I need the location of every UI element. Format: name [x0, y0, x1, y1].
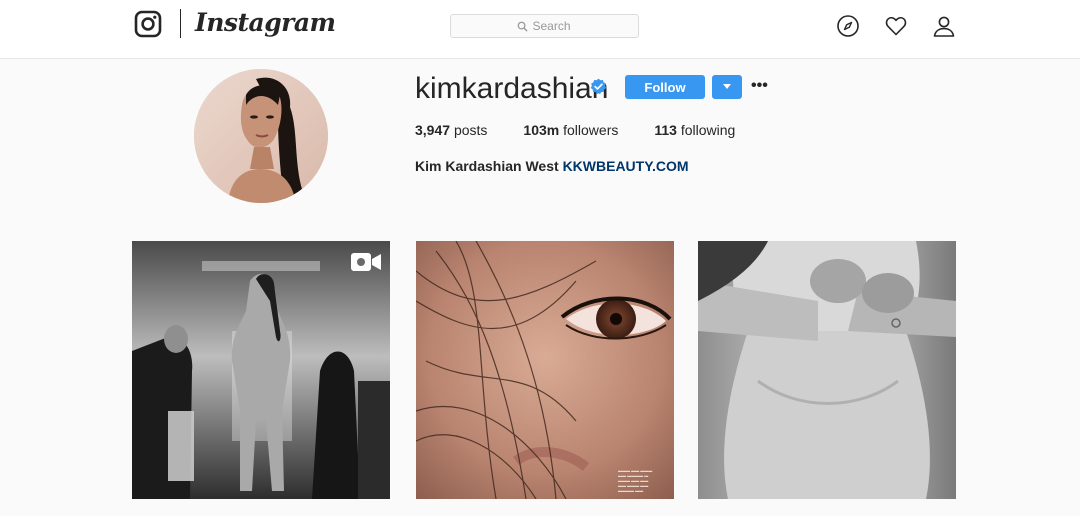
- followers-count: 103m: [523, 122, 560, 138]
- profile-person-icon[interactable]: [932, 14, 956, 38]
- following-count: 113: [654, 122, 677, 138]
- post-thumbnail[interactable]: ▬▬▬ ▬▬ ▬▬▬ ▬▬ ▬▬▬▬ ▬ ▬▬▬ ▬▬ ▬▬ ▬▬ ▬▬▬ ▬▬ ▬▬▬…: [416, 241, 674, 499]
- posts-label: posts: [453, 122, 488, 138]
- profile-stats: 3,947 posts 103m followers 113 following: [415, 122, 771, 138]
- post-thumbnail[interactable]: [698, 241, 956, 499]
- posts-stat: 3,947 posts: [415, 122, 487, 138]
- profile-bio: Kim Kardashian West KKWBEAUTY.COM: [415, 158, 689, 174]
- top-nav: Instagram: [0, 0, 1080, 59]
- full-name: Kim Kardashian West: [415, 158, 559, 174]
- profile-avatar[interactable]: [194, 69, 328, 203]
- profile-username: kimkardashian: [415, 72, 609, 105]
- following-stat[interactable]: 113 following: [654, 122, 735, 138]
- instagram-camera-icon[interactable]: [134, 10, 162, 38]
- avatar-photo: [194, 69, 328, 203]
- search-input[interactable]: [532, 19, 573, 33]
- post-thumbnail[interactable]: [132, 241, 390, 499]
- following-label: following: [680, 122, 736, 138]
- instagram-wordmark[interactable]: Instagram: [195, 8, 336, 37]
- more-options-button[interactable]: •••: [751, 77, 768, 95]
- followers-label: followers: [563, 122, 619, 138]
- post-image: [416, 241, 674, 499]
- explore-compass-icon[interactable]: [836, 14, 860, 38]
- follow-button[interactable]: Follow: [625, 75, 705, 99]
- search-box[interactable]: [450, 14, 639, 38]
- search-icon: [517, 21, 528, 32]
- video-camera-icon: [351, 253, 381, 271]
- logo-divider: [180, 9, 181, 38]
- post-image: [698, 241, 956, 499]
- activity-heart-icon[interactable]: [884, 14, 908, 38]
- suggestions-dropdown-button[interactable]: [712, 75, 742, 99]
- caret-down-icon: [723, 84, 731, 89]
- website-link[interactable]: KKWBEAUTY.COM: [563, 158, 689, 174]
- post-image: [132, 241, 390, 499]
- post-fineprint: ▬▬▬ ▬▬ ▬▬▬ ▬▬ ▬▬▬▬ ▬ ▬▬▬ ▬▬ ▬▬ ▬▬ ▬▬▬ ▬▬ ▬▬▬…: [618, 468, 653, 493]
- followers-stat[interactable]: 103m followers: [523, 122, 618, 138]
- verified-badge-icon: [590, 78, 607, 94]
- posts-count: 3,947: [415, 122, 451, 138]
